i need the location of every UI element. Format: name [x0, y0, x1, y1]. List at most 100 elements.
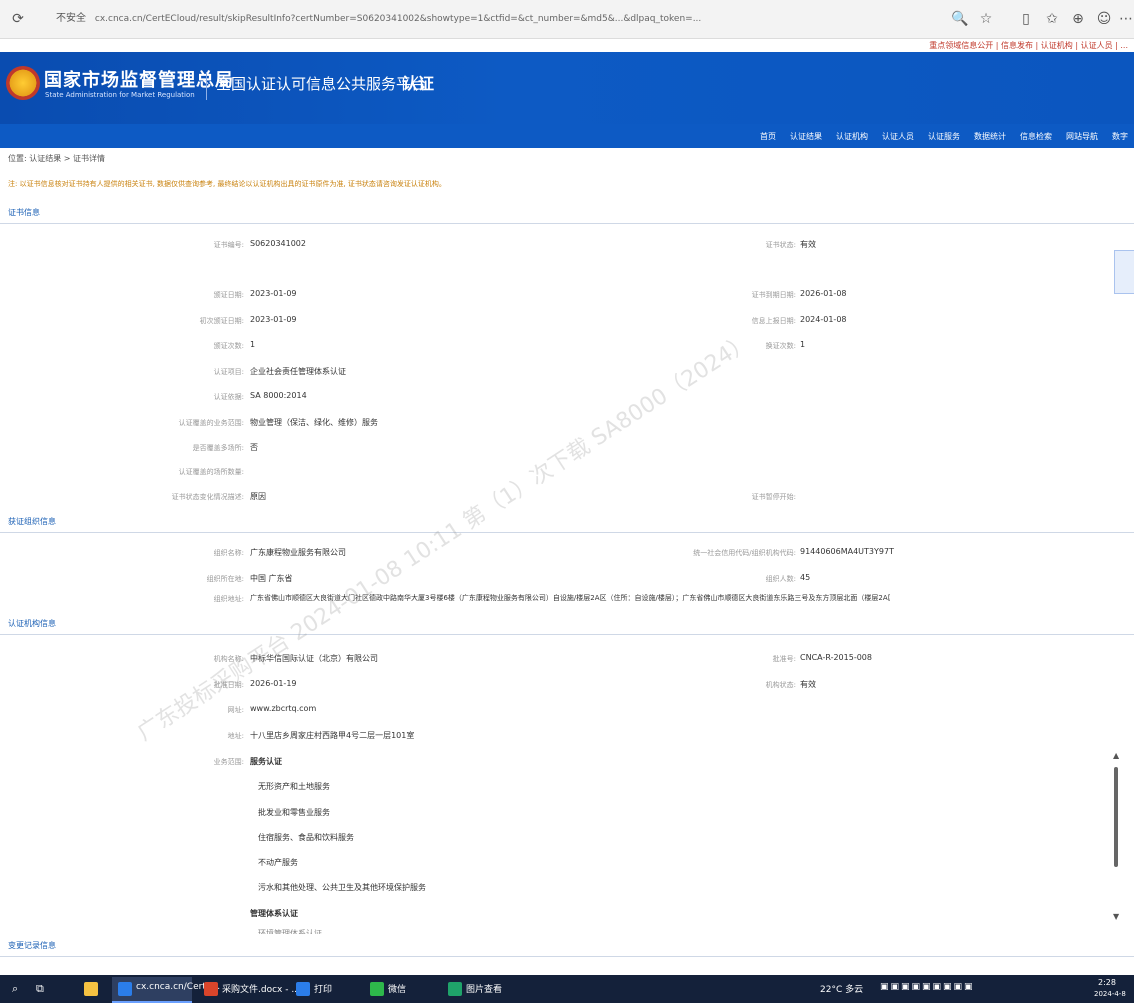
nav-item-search[interactable]: 信息检索 [1020, 131, 1052, 142]
expire-date-value: 2026-01-08 [800, 289, 847, 298]
initial-date-value: 2023-01-09 [250, 315, 297, 324]
issue-date-value: 2023-01-09 [250, 289, 297, 298]
issue-date-label: 颁证日期: [213, 291, 244, 299]
headcount-value: 45 [800, 573, 811, 582]
section-divider [0, 956, 1134, 957]
agency-status-value: 有效 [800, 680, 816, 689]
credit-code-value: 91440606MA4UT3Y97T [800, 547, 894, 556]
wechat-icon[interactable] [370, 982, 384, 996]
section-divider [0, 634, 1134, 635]
report-date-label: 信息上报日期: [751, 317, 796, 325]
agency-status-label: 机构状态: [765, 681, 796, 689]
issue-count-label: 颁证次数: [213, 342, 244, 350]
favorite-star-icon[interactable]: ☆ [976, 9, 996, 29]
report-date-value: 2024-01-08 [800, 315, 847, 324]
favorites-icon[interactable]: ✩ [1042, 9, 1062, 29]
notice-text: 注: 以证书信息核对证书持有人提供的相关证书, 数据仅供查询参考, 最终结论以认… [8, 180, 446, 188]
multi-site-label: 是否覆盖多场所: [192, 444, 244, 452]
main-nav: 首页 认证结果 认证机构 认证人员 认证服务 数据统计 信息检索 网站导航 数字 [0, 124, 1134, 148]
section-title-agency: 认证机构信息 [8, 619, 56, 628]
more-menu-icon[interactable]: ⋯ [1116, 9, 1134, 29]
region-value: 中国 广东省 [250, 574, 293, 583]
clock-date[interactable]: 2024-4-8 [1094, 990, 1126, 998]
holder-name-label: 组织名称: [213, 549, 244, 557]
agency-address-value: 十八里店乡周家庄村西路甲4号二层一层101室 [250, 731, 415, 740]
extensions-icon[interactable]: ⊕ [1068, 9, 1088, 29]
project-value: 企业社会责任管理体系认证 [250, 367, 346, 376]
section-divider [0, 223, 1134, 224]
business-scope-label: 业务范围: [213, 758, 244, 766]
suspend-start-label: 证书暂停开始: [751, 493, 796, 501]
cert-number-value: S0620341002 [250, 239, 306, 248]
platform-title: 全国认证认可信息公共服务平台 [216, 75, 427, 93]
holder-address-label: 组织地址: [213, 595, 244, 603]
scope-item: 无形资产和土地服务 [258, 782, 330, 791]
credit-code-label: 统一社会信用代码/组织机构代码: [693, 549, 796, 557]
zoom-icon[interactable]: 🔍 [950, 9, 970, 29]
task-view-icon[interactable]: ⧉ [36, 982, 44, 996]
nav-item-stats[interactable]: 数据统计 [974, 131, 1006, 142]
weather-widget[interactable]: 22°C 多云 [820, 982, 863, 995]
section-divider [0, 532, 1134, 533]
cert-number-label: 证书编号: [213, 241, 244, 249]
section-title-record: 变更记录信息 [8, 941, 56, 950]
approval-number-value: CNCA-R-2015-008 [800, 653, 872, 662]
website-link[interactable]: www.zbcrtq.com [250, 704, 316, 713]
browser-icon[interactable] [118, 982, 132, 996]
clock-time[interactable]: 2:28 [1098, 978, 1116, 987]
url-text: cx.cnca.cn/CertECloud/result/skipResultI… [94, 14, 702, 24]
scroll-down-icon[interactable]: ▼ [1113, 912, 1119, 921]
side-float-widget[interactable] [1114, 250, 1134, 294]
nav-item-services[interactable]: 认证服务 [928, 131, 960, 142]
business-scope-subcategory: 管理体系认证 [250, 909, 298, 918]
profile-icon[interactable]: ☺ [1094, 9, 1114, 29]
print-app-icon[interactable] [296, 982, 310, 996]
address-bar[interactable]: 不安全 cx.cnca.cn/CertECloud/result/skipRes… [56, 8, 946, 30]
scope-label: 认证覆盖的业务范围: [178, 419, 244, 427]
holder-name-value: 广东康程物业服务有限公司 [250, 548, 346, 557]
status-desc-value: 原因 [250, 492, 266, 501]
standard-label: 认证依据: [213, 393, 244, 401]
nav-item-agencies[interactable]: 认证机构 [836, 131, 868, 142]
nav-item-personnel[interactable]: 认证人员 [882, 131, 914, 142]
nav-item-results[interactable]: 认证结果 [790, 131, 822, 142]
taskbar-item-wechat[interactable]: 微信 [388, 982, 406, 995]
site-count-label: 认证覆盖的场所数量: [178, 468, 244, 476]
split-view-icon[interactable]: ▯ [1016, 9, 1036, 29]
reload-icon[interactable]: ⟳ [8, 9, 28, 29]
scroll-up-icon[interactable]: ▲ [1113, 751, 1119, 760]
nav-item-digital[interactable]: 数字 [1112, 131, 1128, 142]
section-title-holder: 获证组织信息 [8, 517, 56, 526]
secure-warning-label: 不安全 [56, 13, 86, 24]
taskbar-item-images[interactable]: 图片查看 [466, 982, 502, 995]
expire-date-label: 证书到期日期: [751, 291, 796, 299]
start-search-icon[interactable]: ⌕ [12, 982, 18, 996]
top-links[interactable]: 重点领域信息公开 | 信息发布 | 认证机构 | 认证人员 | ... [929, 40, 1128, 51]
nav-item-sitemap[interactable]: 网站导航 [1066, 131, 1098, 142]
tray-icons[interactable]: ▣▣▣▣▣▣▣▣▣ [880, 982, 975, 992]
renew-count-value: 1 [800, 340, 806, 349]
scrollbar-thumb[interactable] [1114, 767, 1118, 867]
approval-number-label: 批准号: [772, 655, 796, 663]
region-label: 组织所在地: [206, 575, 244, 583]
scope-item: 污水和其他处理、公共卫生及其他环境保护服务 [258, 883, 426, 892]
nav-item-home[interactable]: 首页 [760, 131, 776, 142]
renew-count-label: 换证次数: [765, 342, 796, 350]
file-explorer-icon[interactable] [84, 982, 98, 996]
headcount-label: 组织人数: [765, 575, 796, 583]
agency-name-en: State Administration for Market Regulati… [45, 91, 195, 99]
taskbar-item-doc[interactable]: 采购文件.docx - ... [222, 982, 300, 995]
scope-item: 住宿服务、食品和饮料服务 [258, 833, 354, 842]
project-label: 认证项目: [213, 368, 244, 376]
website-label: 网址: [227, 706, 244, 714]
wps-icon[interactable] [204, 982, 218, 996]
scope-value: 物业管理（保洁、绿化、维修）服务 [250, 418, 378, 427]
header-divider [206, 72, 207, 100]
image-viewer-icon[interactable] [448, 982, 462, 996]
taskbar-item-print[interactable]: 打印 [314, 982, 332, 995]
scope-item: 批发业和零售业服务 [258, 808, 330, 817]
issue-count-value: 1 [250, 340, 256, 349]
agency-address-label: 地址: [227, 732, 244, 740]
multi-site-value: 否 [250, 443, 258, 452]
business-scope-category: 服务认证 [250, 757, 282, 766]
